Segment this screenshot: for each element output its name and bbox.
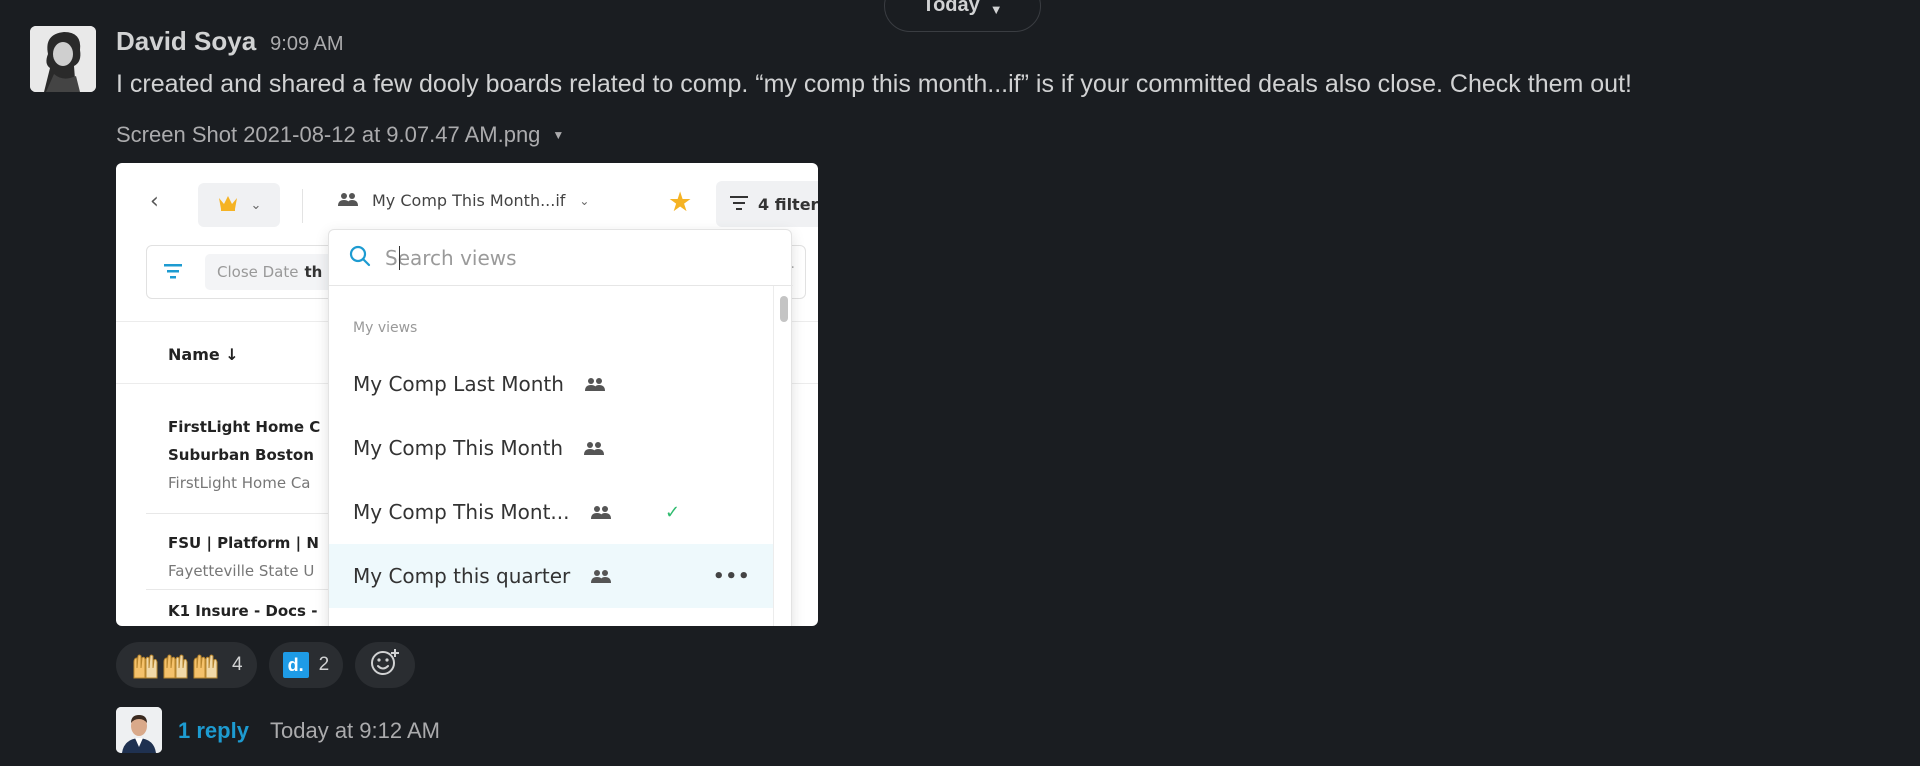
more-options-icon: ••• xyxy=(713,565,751,587)
team-icon xyxy=(338,191,358,210)
view-item-hovered: My Comp this quarter ••• xyxy=(329,544,773,608)
message-text: I created and shared a few dooly boards … xyxy=(116,70,1632,98)
message-time[interactable]: 9:09 AM xyxy=(270,33,343,56)
reaction-count: 2 xyxy=(318,654,330,675)
chevron-left-icon: ‹ xyxy=(150,189,159,214)
divider xyxy=(302,189,303,223)
row-title: FSU | Platform | N xyxy=(168,534,319,552)
name-column-label: Name xyxy=(168,345,220,364)
chevron-down-icon: ⌄ xyxy=(250,197,262,213)
reaction-count: 4 xyxy=(232,654,243,675)
views-dropdown: My views My Comp Last Month My Comp This… xyxy=(328,229,793,626)
close-date-value: th xyxy=(304,263,323,281)
text-cursor xyxy=(399,246,400,270)
view-item-label: My Comp Last Month xyxy=(353,372,564,396)
view-item-label: My Comp This Month xyxy=(353,436,564,460)
view-item-label: My Comp this quarter xyxy=(353,564,571,588)
section-label: My views xyxy=(353,320,418,336)
reaction-dooly[interactable]: d. 2 xyxy=(268,642,344,688)
view-item-label: My Comp This Mont... xyxy=(353,500,570,524)
last-reply-time: Today at 9:12 AM xyxy=(270,718,440,743)
attachment-image[interactable]: ‹ ⌄ My Comp This Month...if ⌄ ★ 4 filter xyxy=(116,163,818,626)
view-item: My Comp Last Month xyxy=(329,352,773,416)
chevron-down-icon: ⌄ xyxy=(579,193,590,208)
table-row: K1 Insure - Docs - xyxy=(168,597,317,625)
search-views-input xyxy=(385,245,745,270)
team-icon xyxy=(584,372,606,396)
reaction-raised-hands[interactable]: 4 xyxy=(116,642,257,688)
name-column-header: Name ↓ xyxy=(168,345,239,364)
table-row: FSU | Platform | N Fayetteville State U xyxy=(168,529,319,585)
arrow-down-icon: ↓ xyxy=(225,345,239,364)
view-selector: My Comp This Month...if ⌄ xyxy=(338,191,589,210)
table-row: FirstLight Home C Suburban Boston FirstL… xyxy=(168,413,320,497)
caret-down-icon[interactable]: ▼ xyxy=(552,128,564,142)
row-title: K1 Insure - Docs - xyxy=(168,602,318,620)
row-subtitle: Fayetteville State U xyxy=(168,562,315,580)
filters-label: 4 filter xyxy=(758,194,818,214)
reply-avatar[interactable] xyxy=(116,707,162,753)
close-date-label: Close Date xyxy=(217,263,299,281)
view-item-selected: My Comp This Mont... ✓ xyxy=(329,480,773,544)
team-icon xyxy=(590,564,612,588)
row-title: FirstLight Home C xyxy=(168,418,321,436)
add-reaction-button[interactable] xyxy=(355,642,416,688)
filter-icon xyxy=(163,262,183,284)
raised-hands-icon xyxy=(130,650,222,680)
search-icon xyxy=(349,245,371,271)
filter-icon xyxy=(730,195,748,214)
view-title: My Comp This Month...if xyxy=(372,191,566,210)
dropdown-scrollbar xyxy=(773,286,793,626)
day-divider-button[interactable]: Today ▼ xyxy=(884,0,1041,32)
check-icon: ✓ xyxy=(665,501,681,523)
author-avatar[interactable] xyxy=(30,26,96,92)
add-emoji-icon xyxy=(370,647,400,683)
crown-icon xyxy=(217,194,239,216)
author-name[interactable]: David Soya xyxy=(116,26,256,57)
reactions-bar: 4 d. 2 xyxy=(116,642,416,688)
filters-button: 4 filter xyxy=(716,181,818,227)
board-switcher: ⌄ xyxy=(198,183,280,227)
row-title-line2: Suburban Boston xyxy=(168,446,314,464)
chevron-down-icon: ▼ xyxy=(989,2,1003,17)
divider xyxy=(146,513,346,514)
row-subtitle: FirstLight Home Ca xyxy=(168,474,311,492)
attachment-name[interactable]: Screen Shot 2021-08-12 at 9.07.47 AM.png xyxy=(116,122,540,148)
view-item: My Comp This Month xyxy=(329,416,773,480)
thread-replies-link[interactable]: 1 reply xyxy=(178,718,249,744)
scrollbar-thumb xyxy=(780,296,788,322)
star-icon: ★ xyxy=(668,187,693,218)
divider xyxy=(146,589,346,590)
dooly-icon: d. xyxy=(282,652,309,678)
team-icon xyxy=(583,436,605,460)
day-divider-label: Today xyxy=(922,0,980,16)
team-icon xyxy=(590,500,612,524)
